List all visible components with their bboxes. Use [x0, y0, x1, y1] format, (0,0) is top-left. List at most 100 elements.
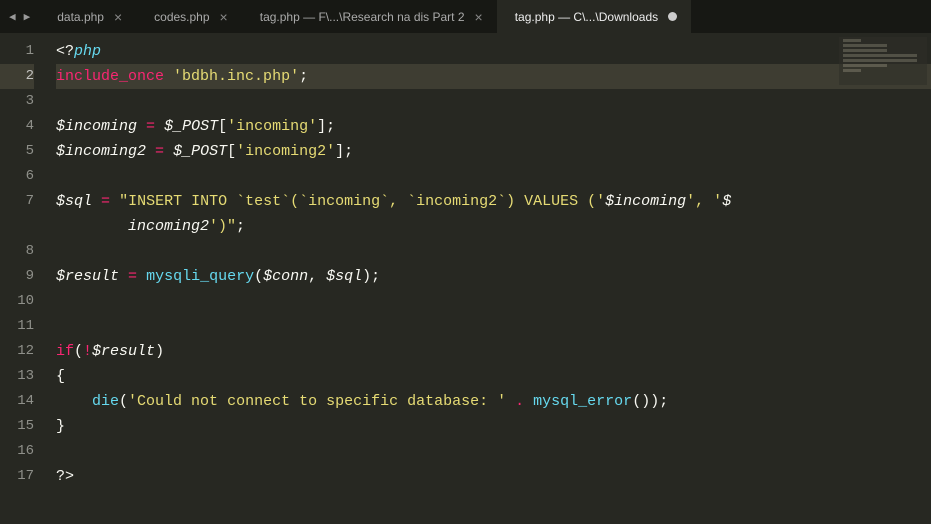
token: [137, 118, 146, 135]
line-number: 4: [0, 114, 34, 139]
code-line[interactable]: $sql = "INSERT INTO `test`(`incoming`, `…: [56, 189, 931, 214]
token: die: [92, 393, 119, 410]
tab-label: codes.php: [154, 10, 209, 24]
code-line[interactable]: [56, 239, 931, 264]
token: [56, 393, 92, 410]
token: (: [74, 343, 83, 360]
dirty-indicator-icon: [668, 12, 677, 21]
code-line[interactable]: $incoming2 = $_POST['incoming2'];: [56, 139, 931, 164]
line-number-gutter: 1234567891011121314151617: [0, 33, 48, 524]
token: .: [515, 393, 524, 410]
token: ): [155, 343, 164, 360]
token: [155, 118, 164, 135]
token: ,: [308, 268, 326, 285]
line-number: 14: [0, 389, 34, 414]
nav-forward-icon[interactable]: ▶: [21, 10, 34, 24]
token: ];: [317, 118, 335, 135]
token: $result: [56, 268, 119, 285]
code-line[interactable]: {: [56, 364, 931, 389]
token: [110, 193, 119, 210]
token: (: [119, 393, 128, 410]
token: [: [218, 118, 227, 135]
token: [119, 268, 128, 285]
line-number: 17: [0, 464, 34, 489]
nav-arrows: ◀ ▶: [0, 0, 39, 33]
token: [137, 268, 146, 285]
tab-bar: ◀ ▶ data.php×codes.php×tag.php — F\...\R…: [0, 0, 931, 33]
token: mysqli_query: [146, 268, 254, 285]
tab-label: tag.php — C\...\Downloads: [515, 10, 658, 24]
line-number: 11: [0, 314, 34, 339]
token: $sql: [56, 193, 92, 210]
tab-0[interactable]: data.php ×: [39, 0, 136, 33]
line-number: 12: [0, 339, 34, 364]
token: {: [56, 368, 65, 385]
token: "INSERT INTO `test`(`incoming`, `incomin…: [119, 193, 605, 210]
token: }: [56, 418, 65, 435]
token: incoming2: [128, 218, 209, 235]
code-line[interactable]: $incoming = $_POST['incoming'];: [56, 114, 931, 139]
token: $conn: [263, 268, 308, 285]
line-number: 8: [0, 239, 34, 264]
code-area[interactable]: <?phpinclude_once 'bdbh.inc.php';$incomi…: [48, 33, 931, 524]
token: [56, 218, 128, 235]
tab-3[interactable]: tag.php — C\...\Downloads: [497, 0, 691, 33]
code-line[interactable]: if(!$result): [56, 339, 931, 364]
token: [524, 393, 533, 410]
code-line[interactable]: [56, 89, 931, 114]
token: 'bdbh.inc.php': [173, 68, 299, 85]
token: ;: [236, 218, 245, 235]
token: 'Could not connect to specific database:…: [128, 393, 506, 410]
token: [92, 193, 101, 210]
token: $result: [92, 343, 155, 360]
code-line[interactable]: [56, 164, 931, 189]
tab-2[interactable]: tag.php — F\...\Research na dis Part 2 ×: [242, 0, 497, 33]
token: ?>: [56, 468, 74, 485]
token: php: [74, 43, 101, 60]
close-icon[interactable]: ×: [475, 10, 483, 24]
token: if: [56, 343, 74, 360]
code-line[interactable]: [56, 439, 931, 464]
token: $incoming2: [56, 143, 146, 160]
close-icon[interactable]: ×: [220, 10, 228, 24]
token: ;: [299, 68, 308, 85]
line-number: 5: [0, 139, 34, 164]
tab-1[interactable]: codes.php ×: [136, 0, 242, 33]
token: 'incoming2': [236, 143, 335, 160]
code-line[interactable]: $result = mysqli_query($conn, $sql);: [56, 264, 931, 289]
token: =: [101, 193, 110, 210]
token: [146, 143, 155, 160]
close-icon[interactable]: ×: [114, 10, 122, 24]
token: [506, 393, 515, 410]
code-line[interactable]: <?php: [56, 39, 931, 64]
nav-back-icon[interactable]: ◀: [6, 10, 19, 24]
token: ', ': [686, 193, 722, 210]
minimap[interactable]: [839, 37, 927, 85]
token: 'incoming': [227, 118, 317, 135]
token: (: [254, 268, 263, 285]
code-line[interactable]: [56, 314, 931, 339]
line-number: 2: [0, 64, 34, 89]
tab-label: data.php: [57, 10, 104, 24]
line-number: 7: [0, 189, 34, 214]
token: <?: [56, 43, 74, 60]
tab-label: tag.php — F\...\Research na dis Part 2: [260, 10, 465, 24]
token: !: [83, 343, 92, 360]
line-number: 9: [0, 264, 34, 289]
token: $_POST: [173, 143, 227, 160]
token: [164, 68, 173, 85]
code-line[interactable]: die('Could not connect to specific datab…: [56, 389, 931, 414]
token: $incoming: [56, 118, 137, 135]
token: =: [128, 268, 137, 285]
code-line[interactable]: }: [56, 414, 931, 439]
token: =: [155, 143, 164, 160]
code-line[interactable]: ?>: [56, 464, 931, 489]
editor-body[interactable]: 1234567891011121314151617 <?phpinclude_o…: [0, 33, 931, 524]
code-line[interactable]: include_once 'bdbh.inc.php';: [56, 64, 931, 89]
code-line[interactable]: [56, 289, 931, 314]
token: ());: [632, 393, 668, 410]
token: include_once: [56, 68, 164, 85]
token: $sql: [326, 268, 362, 285]
token: $_POST: [164, 118, 218, 135]
code-line[interactable]: incoming2')";: [56, 214, 931, 239]
